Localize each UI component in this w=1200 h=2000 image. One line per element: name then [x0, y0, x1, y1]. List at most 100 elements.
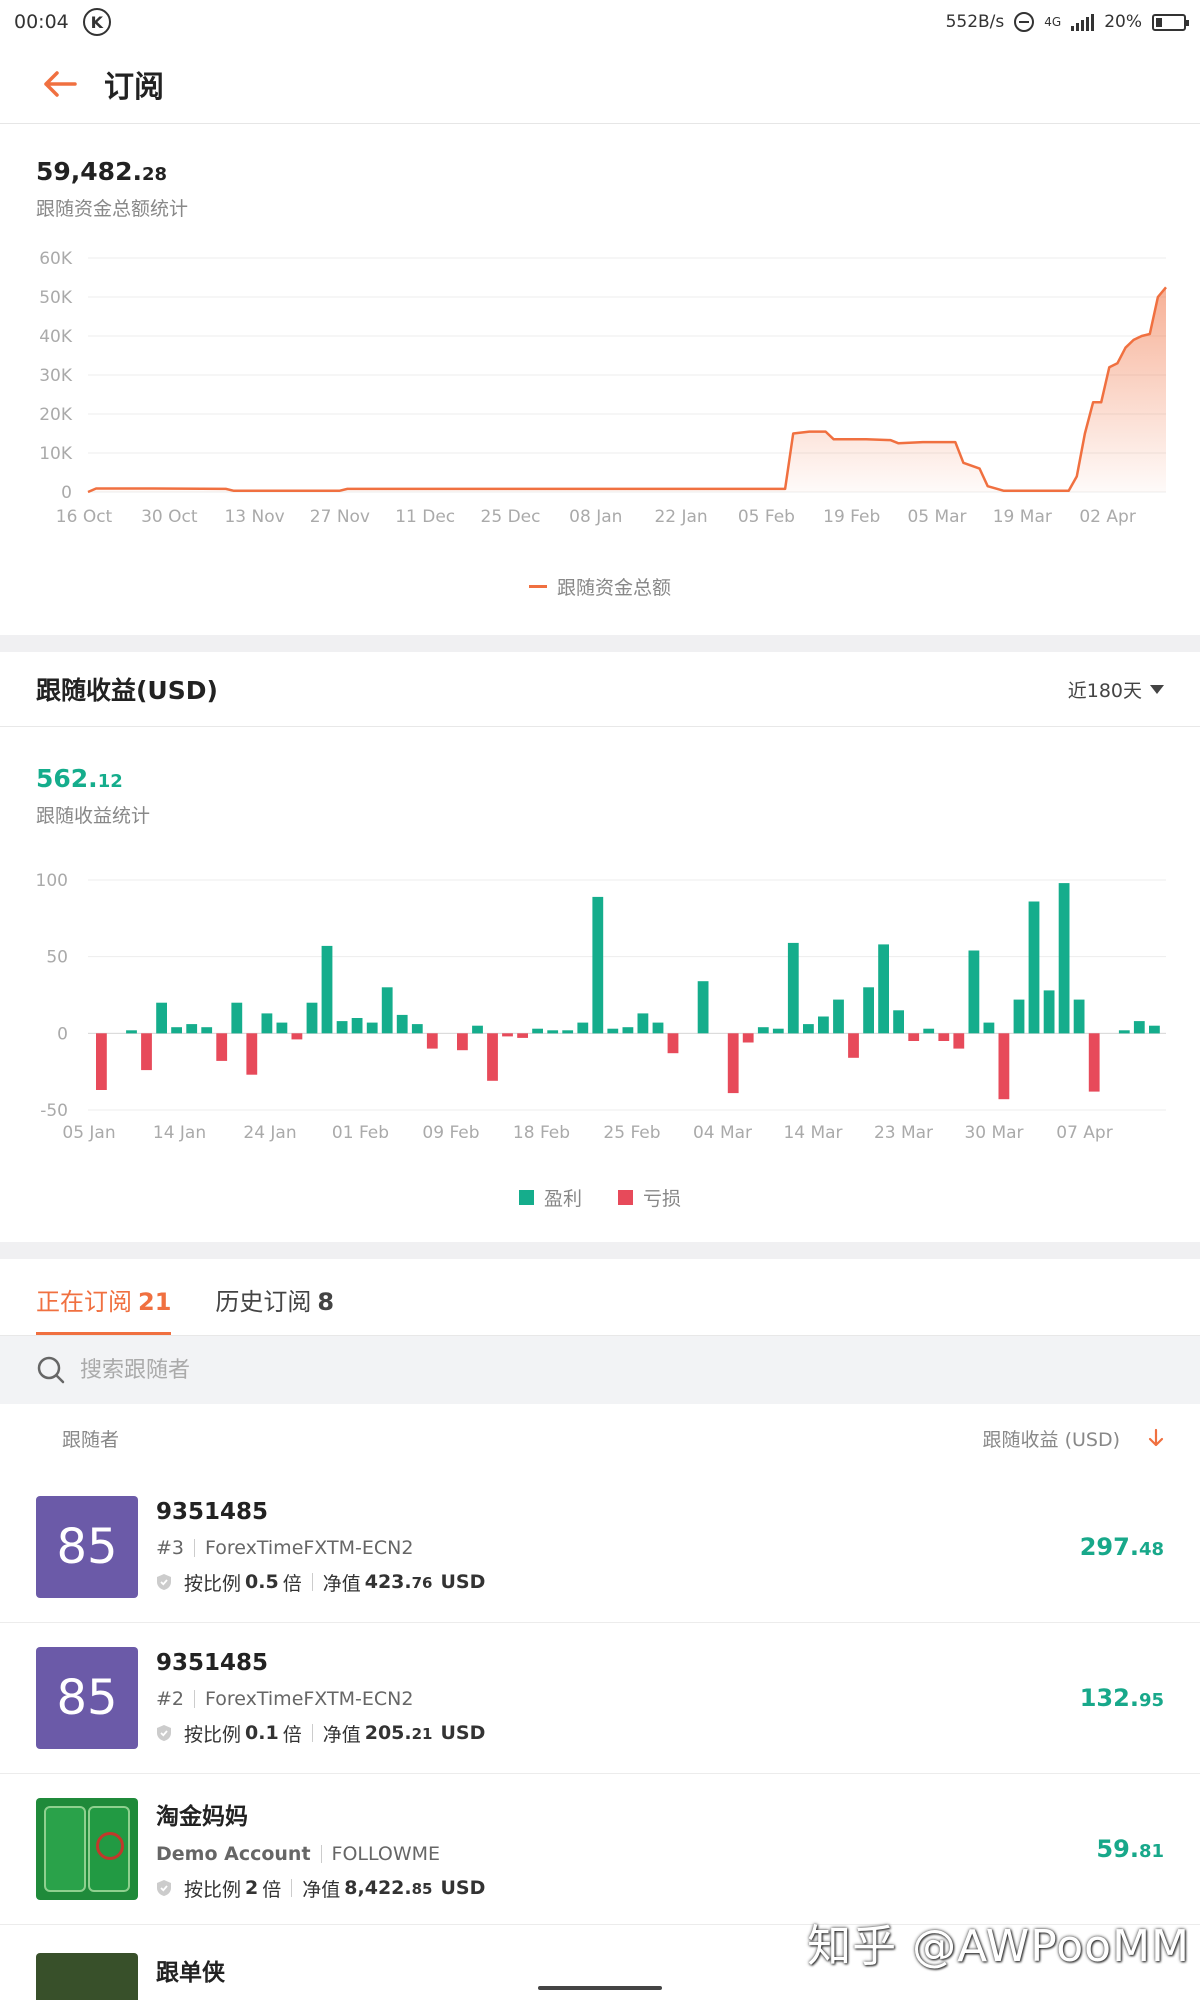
- x-tick-label: 19 Feb: [823, 507, 880, 527]
- x-tick-label: 27 Nov: [310, 507, 370, 527]
- profit-bar: [472, 1025, 483, 1034]
- x-tick-label: 13 Nov: [224, 507, 284, 527]
- broker: ForexTimeFXTM-ECN2: [205, 1687, 414, 1710]
- list-item[interactable]: 淘金妈妈 Demo Account FOLLOWME 按比例 2 倍 净值 8,422…: [0, 1774, 1200, 1925]
- loss-bar: [667, 1033, 679, 1054]
- follower-earnings: 59.81: [1096, 1835, 1164, 1863]
- list-item[interactable]: 85 9351485 #3 ForexTimeFXTM-ECN2 按比例 0.5 倍 …: [0, 1472, 1200, 1623]
- x-tick-label: 11 Dec: [395, 507, 455, 527]
- x-tick-label: 08 Jan: [569, 507, 622, 527]
- range-dropdown[interactable]: 近180天: [1068, 676, 1164, 703]
- follower-earnings: 297.48: [1079, 1533, 1164, 1561]
- equity-value: 423.76: [364, 1571, 433, 1593]
- shield-icon: [157, 1574, 171, 1590]
- rank: #2: [156, 1687, 185, 1710]
- profit-bar: [577, 1022, 589, 1034]
- loss-bar: [141, 1033, 152, 1071]
- follower-name: 9351485: [156, 1498, 269, 1525]
- equity-label: 净值: [322, 1572, 361, 1595]
- section-divider: [0, 1242, 1200, 1259]
- loss-bar: [502, 1033, 513, 1037]
- x-tick-label: 14 Mar: [783, 1123, 842, 1143]
- search-input[interactable]: [80, 1357, 680, 1383]
- column-earnings: 跟随收益 (USD): [982, 1428, 1120, 1451]
- y-tick-label: 0: [61, 483, 72, 503]
- profit-bar: [381, 987, 393, 1034]
- back-arrow-icon[interactable]: [40, 64, 80, 104]
- profit-bar: [562, 1030, 574, 1034]
- profit-bar: [893, 1010, 904, 1034]
- shield-icon: [157, 1880, 171, 1896]
- profit-bar: [697, 981, 709, 1034]
- x-tick-label: 05 Mar: [907, 507, 966, 527]
- profit-bar: [1028, 901, 1040, 1034]
- watermark: 知乎 @AWPooMM: [807, 1921, 1190, 1972]
- x-tick-label: 25 Dec: [481, 507, 541, 527]
- clock: 00:04: [14, 11, 69, 33]
- network-speed: 552B/s: [945, 12, 1005, 32]
- follower-name: 淘金妈妈: [156, 1803, 248, 1830]
- funds-line: [87, 286, 1167, 494]
- x-tick-label: 05 Jan: [62, 1123, 115, 1143]
- x-tick-label: 02 Apr: [1079, 507, 1135, 527]
- loss-bar: [938, 1033, 950, 1041]
- profit-bar: [532, 1028, 543, 1034]
- profit-bar: [1058, 883, 1070, 1034]
- earnings-title: 跟随收益(USD): [36, 676, 218, 705]
- total-funds-value: 59,482.28: [36, 157, 168, 186]
- loss-bar: [426, 1033, 438, 1049]
- loss-bar: [848, 1033, 859, 1058]
- legend-profit-swatch: [518, 1190, 534, 1205]
- legend-total-funds: 跟随资金总额: [556, 577, 671, 599]
- profit-bar: [968, 950, 980, 1034]
- search-icon: [37, 1356, 65, 1384]
- equity-value: 8,422.85: [344, 1877, 433, 1899]
- funds-area: [88, 287, 1166, 492]
- legend-loss: 亏损: [643, 1188, 682, 1210]
- broker: ForexTimeFXTM-ECN2: [205, 1536, 414, 1559]
- y-tick-label: 100: [36, 871, 68, 891]
- profit-bar: [171, 1027, 182, 1034]
- avatar: [36, 1953, 138, 2000]
- profit-bar: [818, 1016, 829, 1034]
- x-tick-label: 18 Feb: [513, 1123, 570, 1143]
- y-tick-label: 40K: [39, 327, 73, 347]
- rank: #3: [156, 1536, 185, 1559]
- rank: Demo Account: [156, 1842, 311, 1865]
- list-item[interactable]: 85 9351485 #2 ForexTimeFXTM-ECN2 按比例 0.1 倍 …: [0, 1623, 1200, 1774]
- tab-history-subscriptions[interactable]: 历史订阅 8: [215, 1282, 334, 1335]
- broker: FOLLOWME: [331, 1842, 441, 1865]
- earnings-subtitle: 跟随收益统计: [36, 805, 151, 827]
- page-title: 订阅: [104, 69, 164, 105]
- section-divider: [0, 635, 1200, 652]
- profit-bar: [637, 1013, 649, 1034]
- k-app-icon: K: [82, 8, 111, 36]
- profit-bar: [321, 945, 333, 1034]
- y-tick-label: 50: [46, 948, 68, 968]
- earnings-section: 跟随收益(USD) 近180天 562.12 跟随收益统计 100 50 0 -50 0…: [0, 652, 1200, 1242]
- profit-bar: [306, 1002, 318, 1034]
- loss-bar: [742, 1033, 754, 1043]
- network-type: 4G: [1044, 15, 1062, 29]
- separator: [194, 1538, 196, 1557]
- currency: USD: [440, 1571, 486, 1593]
- profit-bar: [772, 1028, 784, 1034]
- avatar: 85: [36, 1496, 138, 1598]
- home-indicator[interactable]: [538, 1986, 662, 1990]
- profit-bar: [878, 944, 889, 1034]
- earnings-legend: 盈利 亏损: [0, 1184, 1200, 1211]
- battery-percent: 20%: [1104, 12, 1142, 32]
- x-tick-label: 24 Jan: [243, 1123, 296, 1143]
- tab-current-subscriptions[interactable]: 正在订阅 21: [36, 1282, 172, 1335]
- sort-earnings-button[interactable]: 跟随收益 (USD): [983, 1425, 1164, 1452]
- total-funds-subtitle: 跟随资金总额统计: [36, 198, 189, 220]
- separator: [311, 1724, 313, 1742]
- loss-bar: [291, 1033, 303, 1040]
- loss-bar: [998, 1033, 1010, 1100]
- y-tick-label: 30K: [39, 366, 73, 386]
- legend-profit: 盈利: [543, 1188, 582, 1210]
- profit-bar: [1118, 1030, 1130, 1034]
- x-tick-label: 22 Jan: [654, 507, 707, 527]
- ratio-suffix: 倍: [282, 1572, 302, 1595]
- profit-bar: [351, 1018, 363, 1034]
